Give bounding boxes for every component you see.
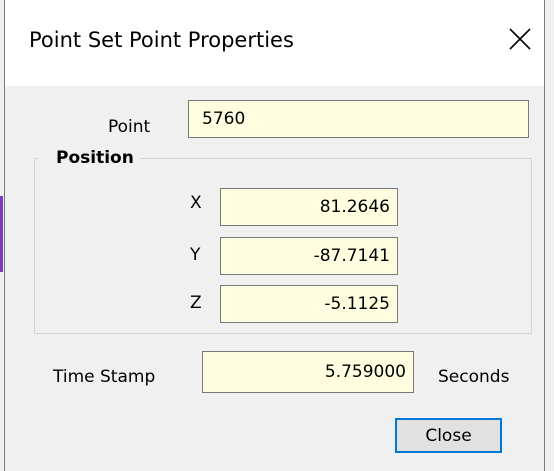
position-group-title: Position xyxy=(38,148,140,168)
time-stamp-field[interactable]: 5.759000 xyxy=(202,351,414,393)
x-field[interactable]: 81.2646 xyxy=(220,188,398,226)
x-label: X xyxy=(190,193,202,213)
time-stamp-unit: Seconds xyxy=(438,367,510,387)
point-field[interactable]: 5760 xyxy=(188,100,529,138)
time-stamp-label: Time Stamp xyxy=(53,367,156,387)
z-label: Z xyxy=(190,293,202,313)
background-strip-right xyxy=(545,0,554,471)
close-button[interactable]: Close xyxy=(395,418,502,453)
window-title: Point Set Point Properties xyxy=(29,28,294,52)
title-bar: Point Set Point Properties xyxy=(5,0,544,86)
y-field[interactable]: -87.7141 xyxy=(220,237,398,275)
background-window-edge xyxy=(0,196,3,272)
z-field[interactable]: -5.1125 xyxy=(220,285,398,323)
y-label: Y xyxy=(190,245,201,265)
close-icon[interactable] xyxy=(507,26,533,52)
point-label: Point xyxy=(108,117,151,137)
point-properties-dialog: Point Set Point Properties Point 5760 Po… xyxy=(4,0,545,471)
